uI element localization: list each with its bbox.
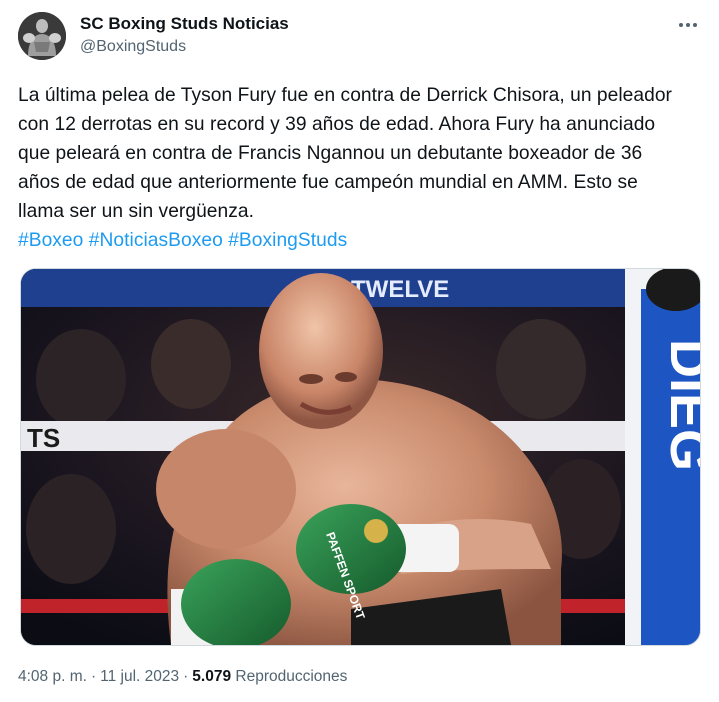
- tweet-text: La última pelea de Tyson Fury fue en con…: [18, 85, 672, 222]
- more-dots-icon: [679, 23, 697, 27]
- hashtag-boxing-studs[interactable]: #BoxingStuds: [228, 230, 347, 251]
- hashtag-boxeo[interactable]: #Boxeo: [18, 230, 83, 251]
- tweet-time[interactable]: 4:08 p. m.: [18, 668, 87, 685]
- tweet-header: SC Boxing Studs Noticias @BoxingStuds: [18, 12, 703, 60]
- more-options-button[interactable]: [675, 14, 701, 36]
- corner-pad-text: DIEG: [659, 339, 700, 471]
- tweet-date[interactable]: 11 jul. 2023: [100, 668, 179, 685]
- author-names: SC Boxing Studs Noticias @BoxingStuds: [80, 14, 289, 58]
- tweet-photo[interactable]: TWELVE TS DIEG PAFFEN SPORT: [20, 268, 701, 646]
- tweet-body: La última pelea de Tyson Fury fue en con…: [18, 81, 678, 255]
- banner-left-text: TS: [27, 423, 60, 453]
- author-handle[interactable]: @BoxingStuds: [80, 36, 289, 58]
- hashtag-list: #Boxeo #NoticiasBoxeo #BoxingStuds: [18, 226, 678, 255]
- boxer-photo-image: TWELVE TS DIEG PAFFEN SPORT: [21, 269, 700, 645]
- author-avatar[interactable]: [18, 12, 66, 60]
- author-display-name[interactable]: SC Boxing Studs Noticias: [80, 14, 289, 34]
- boxer-silhouette-avatar-icon: [18, 12, 66, 60]
- meta-separator: ·: [90, 668, 97, 685]
- tweet-meta: 4:08 p. m. · 11 jul. 2023 · 5.079 Reproducci…: [18, 666, 347, 688]
- hashtag-noticias-boxeo[interactable]: #NoticiasBoxeo: [89, 230, 223, 251]
- meta-separator: ·: [183, 668, 189, 685]
- views-label[interactable]: Reproducciones: [235, 668, 347, 685]
- views-count[interactable]: 5.079: [192, 668, 231, 685]
